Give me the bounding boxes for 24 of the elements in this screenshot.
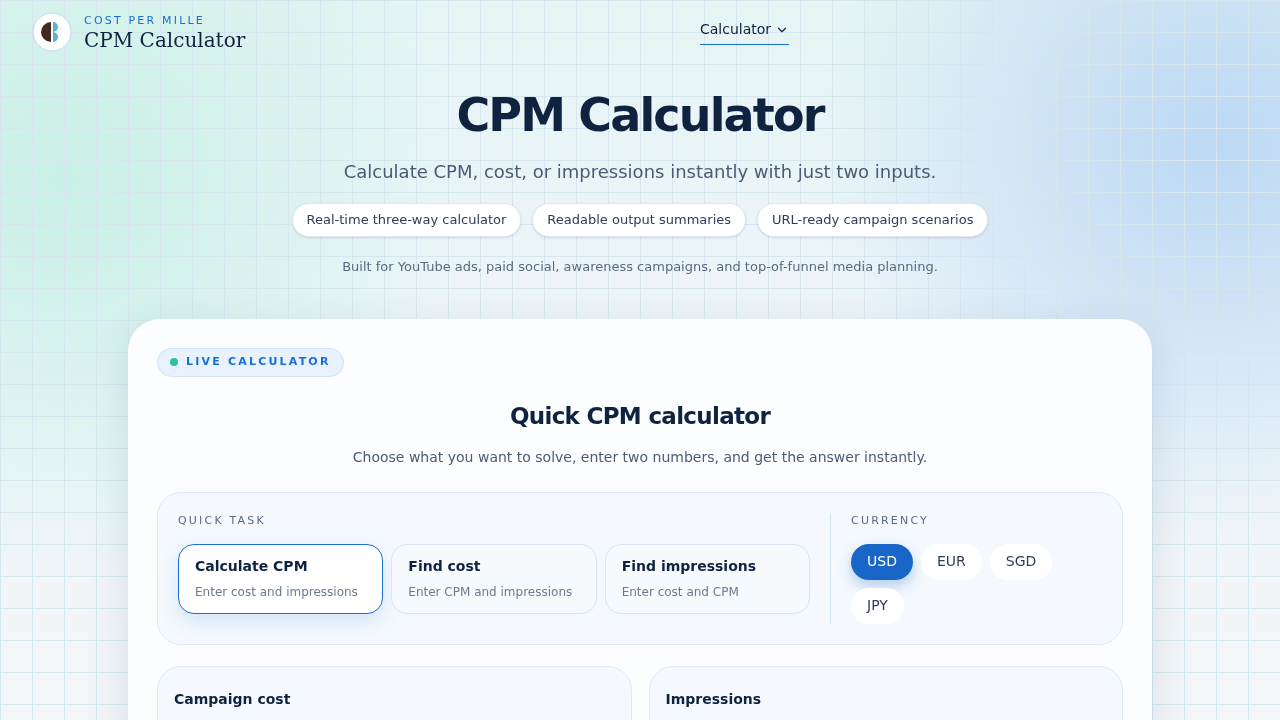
calculator-title: Quick CPM calculator — [508, 401, 772, 431]
page-subtitle: Calculate CPM, cost, or impressions instantly with just two inputs. — [343, 160, 937, 184]
input-label: Campaign cost — [174, 690, 291, 707]
page-note: Built for YouTube ads, paid social, awareness campaigns, and top-of-funnel media planning. — [342, 257, 938, 276]
currency-option[interactable]: USD — [851, 543, 913, 580]
calculator-subtitle: Choose what you want to solve, enter two numbers, and get the answer instantly. — [351, 448, 929, 467]
currency-option[interactable]: SGD — [989, 543, 1053, 580]
brand-name: CPM Calculator — [84, 29, 246, 50]
task-option[interactable]: Find impressions Enter cost and CPM — [604, 543, 810, 614]
live-badge: LIVE CALCULATOR — [157, 348, 344, 377]
currency-option[interactable]: JPY — [851, 587, 904, 624]
feature-pill: URL-ready campaign scenarios — [757, 203, 989, 237]
section-label: CURRENCY — [851, 513, 930, 529]
currency-option[interactable]: EUR — [920, 543, 982, 580]
section-label: QUICK TASK — [178, 513, 267, 529]
feature-pill: Real-time three-way calculator — [291, 203, 522, 237]
task-option[interactable]: Find cost Enter CPM and impressions — [391, 543, 597, 614]
input-label: Impressions — [665, 690, 762, 707]
task-option[interactable]: Calculate CPM Enter cost and impressions — [178, 543, 384, 614]
logo-icon — [32, 12, 72, 52]
page-title: CPM Calculator — [456, 92, 824, 138]
feature-pill: Readable output summaries — [532, 203, 747, 237]
brand-eyebrow: COST PER MILLE — [84, 14, 206, 26]
nav-link[interactable]: Calculator — [700, 19, 790, 45]
